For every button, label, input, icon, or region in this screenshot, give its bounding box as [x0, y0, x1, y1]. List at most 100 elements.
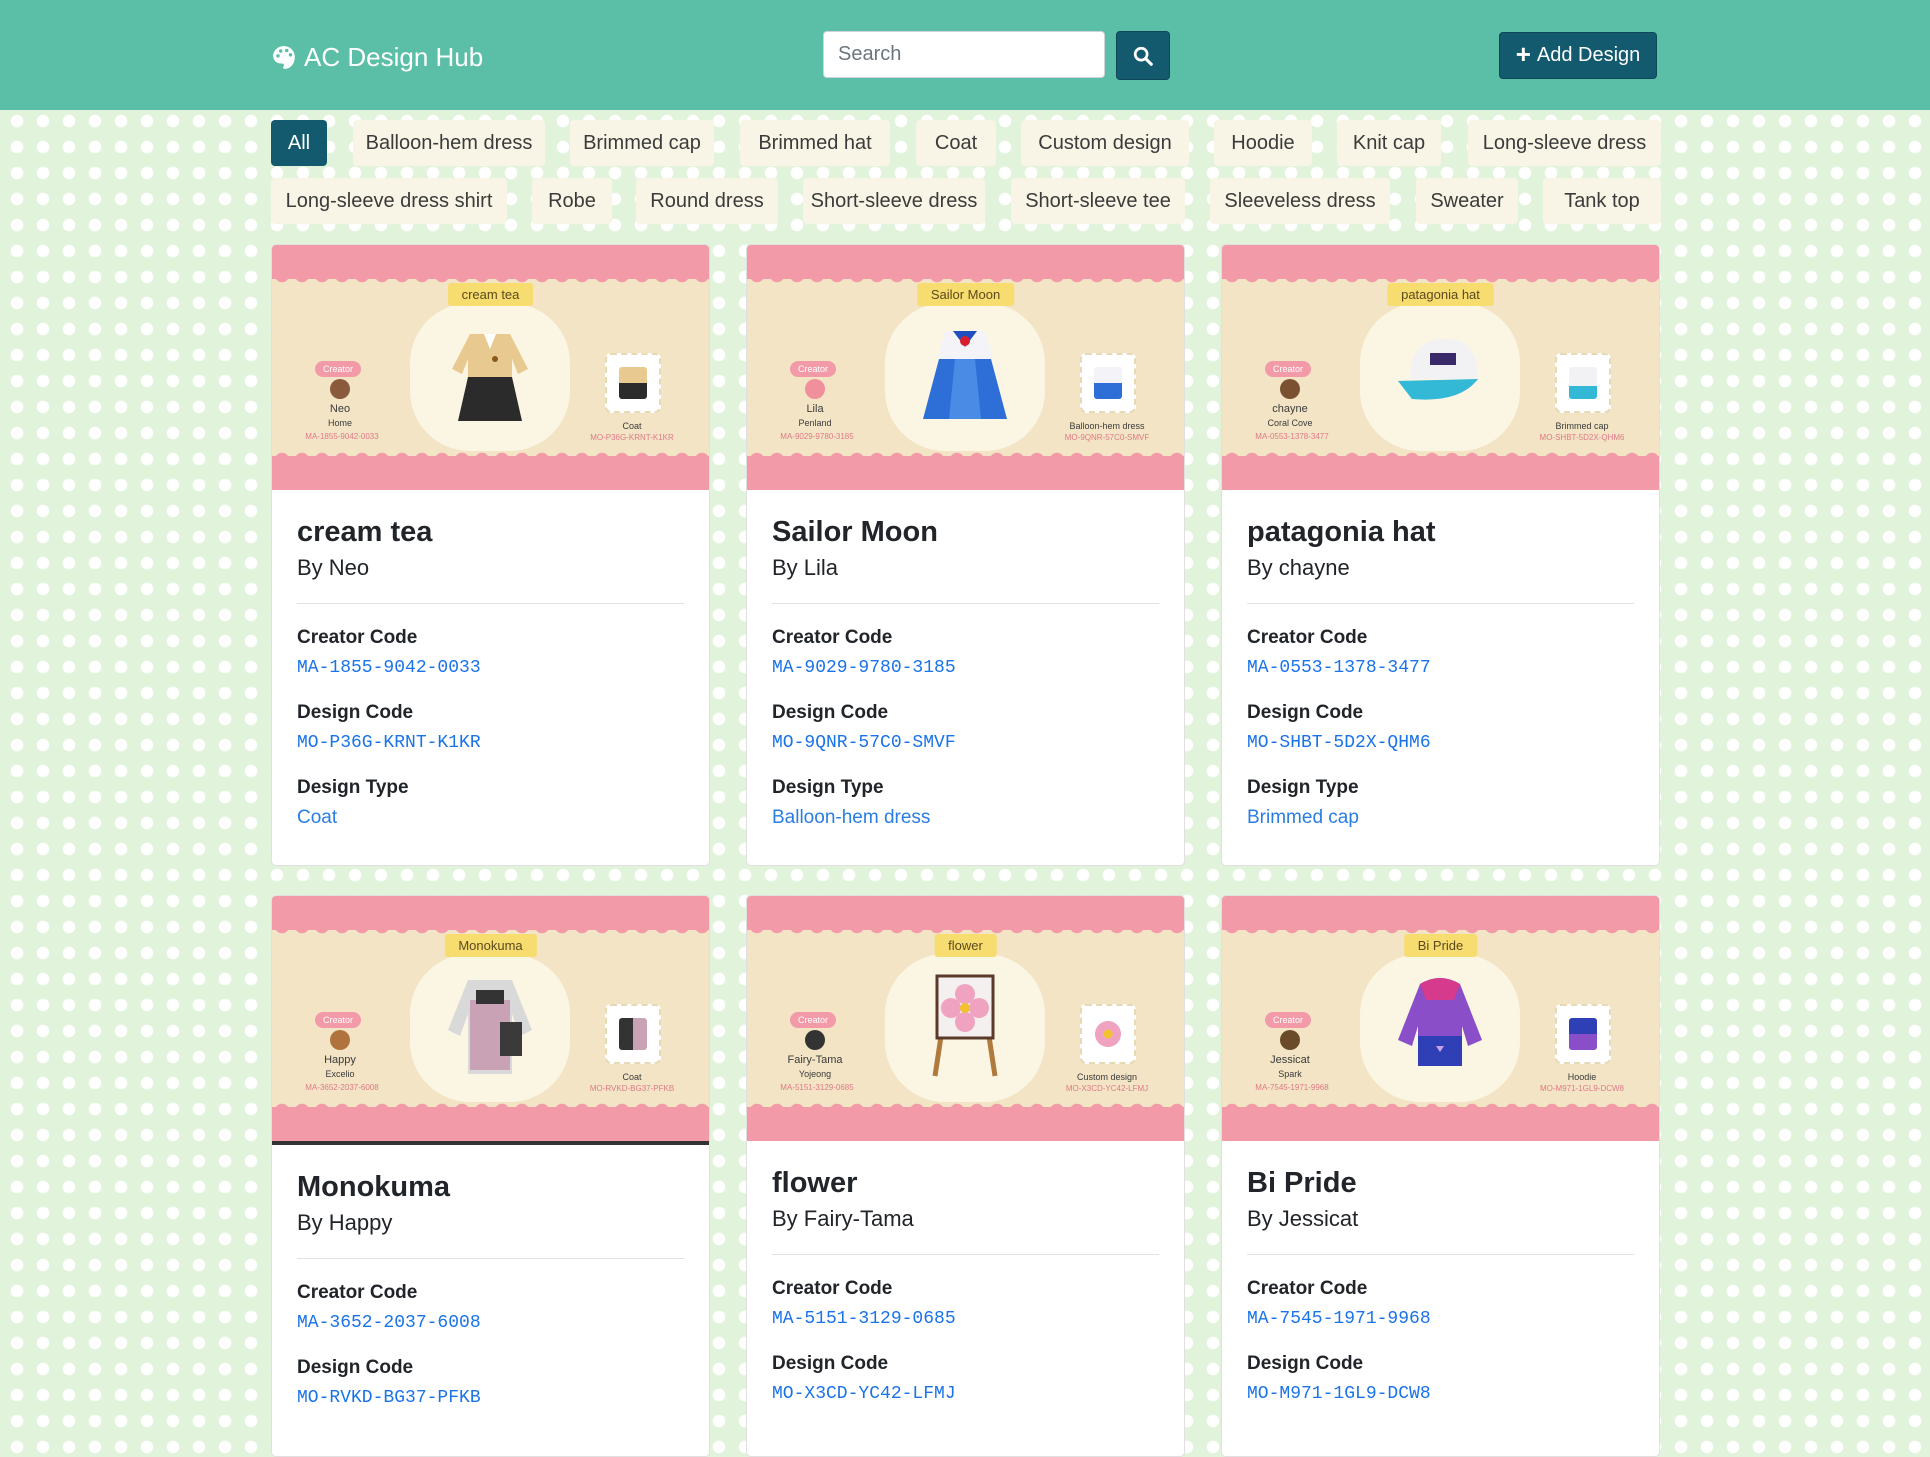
- card-title: cream tea: [297, 516, 433, 548]
- design-preview-image[interactable]: patagonia hat Creator chayne Coral Cove …: [1222, 245, 1659, 490]
- design-preview-image[interactable]: flower Creator Fairy-Tama Yojeong MA-515…: [747, 896, 1184, 1141]
- palette-icon: [273, 46, 295, 69]
- divider: [297, 1258, 684, 1259]
- search-button[interactable]: [1116, 31, 1170, 80]
- design-type-label: Design Type: [772, 777, 884, 798]
- design-preview-image[interactable]: cream tea Creator Neo Home MA-1855-9042-…: [272, 245, 709, 490]
- design-card[interactable]: flower Creator Fairy-Tama Yojeong MA-515…: [746, 895, 1185, 1457]
- card-title: flower: [772, 1167, 858, 1199]
- thumb-band: [1222, 896, 1659, 936]
- filter-chip[interactable]: Hoodie: [1214, 120, 1312, 166]
- design-code-value[interactable]: MO-P36G-KRNT-K1KR: [297, 732, 684, 754]
- design-code-value[interactable]: MO-RVKD-BG37-PFKB: [297, 1387, 684, 1409]
- design-card[interactable]: Sailor Moon Creator Lila Penland MA-9029…: [746, 244, 1185, 866]
- brand-title: AC Design Hub: [304, 41, 484, 72]
- easel-icon: [932, 974, 998, 1077]
- divider: [1247, 603, 1634, 604]
- filter-chip[interactable]: Sleeveless dress: [1210, 178, 1390, 224]
- thumb-island: Home: [327, 418, 352, 428]
- creator-code-value[interactable]: MA-9029-9780-3185: [772, 657, 1159, 679]
- filter-chip[interactable]: Round dress: [636, 178, 778, 224]
- thumb-band: [747, 896, 1184, 936]
- design-code-value[interactable]: MO-9QNR-57C0-SMVF: [772, 732, 1159, 754]
- thumb-design-code: MO-RVKD-BG37-PFKB: [589, 1084, 675, 1093]
- thumb-banner: Sailor Moon: [916, 283, 1015, 306]
- creator-code-value[interactable]: MA-1855-9042-0033: [297, 657, 684, 679]
- card-body: flower By Fairy-Tama Creator Code MA-515…: [747, 1166, 1184, 1405]
- thumb-banner: cream tea: [447, 283, 534, 306]
- thumb-creator-name: Fairy-Tama: [787, 1054, 843, 1066]
- design-card[interactable]: Monokuma Creator Happy Excelio MA-3652-2…: [271, 895, 710, 1457]
- creator-code-value[interactable]: MA-3652-2037-6008: [297, 1312, 684, 1334]
- filter-chip[interactable]: Short-sleeve dress: [803, 178, 985, 224]
- thumb-island: Spark: [1278, 1069, 1302, 1079]
- add-design-label: Add Design: [1536, 44, 1641, 66]
- brand[interactable]: AC Design Hub: [271, 40, 483, 74]
- design-preview-image[interactable]: Sailor Moon Creator Lila Penland MA-9029…: [747, 245, 1184, 490]
- filter-chip[interactable]: Balloon-hem dress: [353, 120, 545, 166]
- design-type-link[interactable]: Coat: [297, 806, 684, 830]
- design-preview-image[interactable]: Bi Pride Creator Jessicat Spark MA-7545-…: [1222, 896, 1659, 1141]
- thumb-creator-pill: Creator: [790, 361, 837, 377]
- design-code-value[interactable]: MO-M971-1GL9-DCW8: [1247, 1383, 1634, 1405]
- dress-icon: [923, 331, 1007, 419]
- coat-icon: [452, 334, 528, 421]
- card-author: By Neo: [297, 555, 370, 580]
- design-card[interactable]: Bi Pride Creator Jessicat Spark MA-7545-…: [1221, 895, 1660, 1457]
- creator-code-value[interactable]: MA-0553-1378-3477: [1247, 657, 1634, 679]
- search-icon: [1133, 46, 1153, 66]
- filter-chip[interactable]: Tank top: [1543, 178, 1661, 224]
- thumb-band: [272, 896, 709, 936]
- search-input[interactable]: [823, 31, 1105, 78]
- divider: [772, 1254, 1159, 1255]
- thumb-design-type: Hoodie: [1567, 1072, 1597, 1082]
- thumb-design-code: MO-SHBT-5D2X-QHM6: [1539, 433, 1625, 442]
- pattern-tile: [1555, 353, 1611, 413]
- card-author: By Fairy-Tama: [772, 1206, 914, 1231]
- filter-chip[interactable]: Custom design: [1021, 120, 1189, 166]
- filter-chip[interactable]: Brimmed cap: [570, 120, 714, 166]
- design-type-link[interactable]: Brimmed cap: [1247, 806, 1634, 830]
- card-title: Monokuma: [297, 1171, 451, 1203]
- thumb-band: [747, 245, 1184, 285]
- card-author: By chayne: [1247, 555, 1350, 580]
- design-type-label: Design Type: [1247, 777, 1359, 798]
- filter-chip[interactable]: Coat: [916, 120, 996, 166]
- thumb-creator-code: MA-3652-2037-6008: [305, 1083, 379, 1092]
- creator-code-label: Creator Code: [1247, 627, 1368, 648]
- design-code-value[interactable]: MO-SHBT-5D2X-QHM6: [1247, 732, 1634, 754]
- design-preview-image[interactable]: Monokuma Creator Happy Excelio MA-3652-2…: [272, 896, 709, 1145]
- card-body: cream tea By Neo Creator Code MA-1855-90…: [272, 515, 709, 830]
- thumb-band: [747, 1101, 1184, 1141]
- thumb-banner: patagonia hat: [1387, 283, 1494, 306]
- design-card[interactable]: patagonia hat Creator chayne Coral Cove …: [1221, 244, 1660, 866]
- filter-chip[interactable]: Brimmed hat: [740, 120, 890, 166]
- design-code-value[interactable]: MO-X3CD-YC42-LFMJ: [772, 1383, 1159, 1405]
- avatar: [1280, 1030, 1300, 1050]
- filter-chip[interactable]: Long-sleeve dress: [1468, 120, 1661, 166]
- design-type-link[interactable]: Balloon-hem dress: [772, 806, 1159, 830]
- creator-code-value[interactable]: MA-5151-3129-0685: [772, 1308, 1159, 1330]
- filter-chip-all[interactable]: All: [271, 120, 327, 166]
- divider: [1247, 1254, 1634, 1255]
- filter-chip[interactable]: Short-sleeve tee: [1011, 178, 1185, 224]
- filter-chip[interactable]: Sweater: [1416, 178, 1518, 224]
- pattern-tile: [1080, 1004, 1136, 1064]
- filter-chip[interactable]: Robe: [532, 178, 612, 224]
- design-card[interactable]: cream tea Creator Neo Home MA-1855-9042-…: [271, 244, 710, 866]
- creator-code-label: Creator Code: [772, 1278, 893, 1299]
- avatar: [805, 1030, 825, 1050]
- add-design-button[interactable]: + Add Design: [1499, 32, 1657, 79]
- thumb-band: [1222, 245, 1659, 285]
- filter-chip[interactable]: Long-sleeve dress shirt: [271, 178, 507, 224]
- creator-code-value[interactable]: MA-7545-1971-9968: [1247, 1308, 1634, 1330]
- filter-chip[interactable]: Knit cap: [1337, 120, 1441, 166]
- design-code-label: Design Code: [1247, 702, 1364, 723]
- thumb-creator-name: Lila: [806, 403, 824, 415]
- creator-code-label: Creator Code: [297, 1282, 418, 1303]
- card-title: Sailor Moon: [772, 516, 938, 548]
- design-code-label: Design Code: [772, 702, 889, 723]
- thumb-creator-name: chayne: [1272, 403, 1308, 415]
- thumb-design-type: Custom design: [1076, 1072, 1138, 1082]
- design-code-label: Design Code: [1247, 1353, 1364, 1374]
